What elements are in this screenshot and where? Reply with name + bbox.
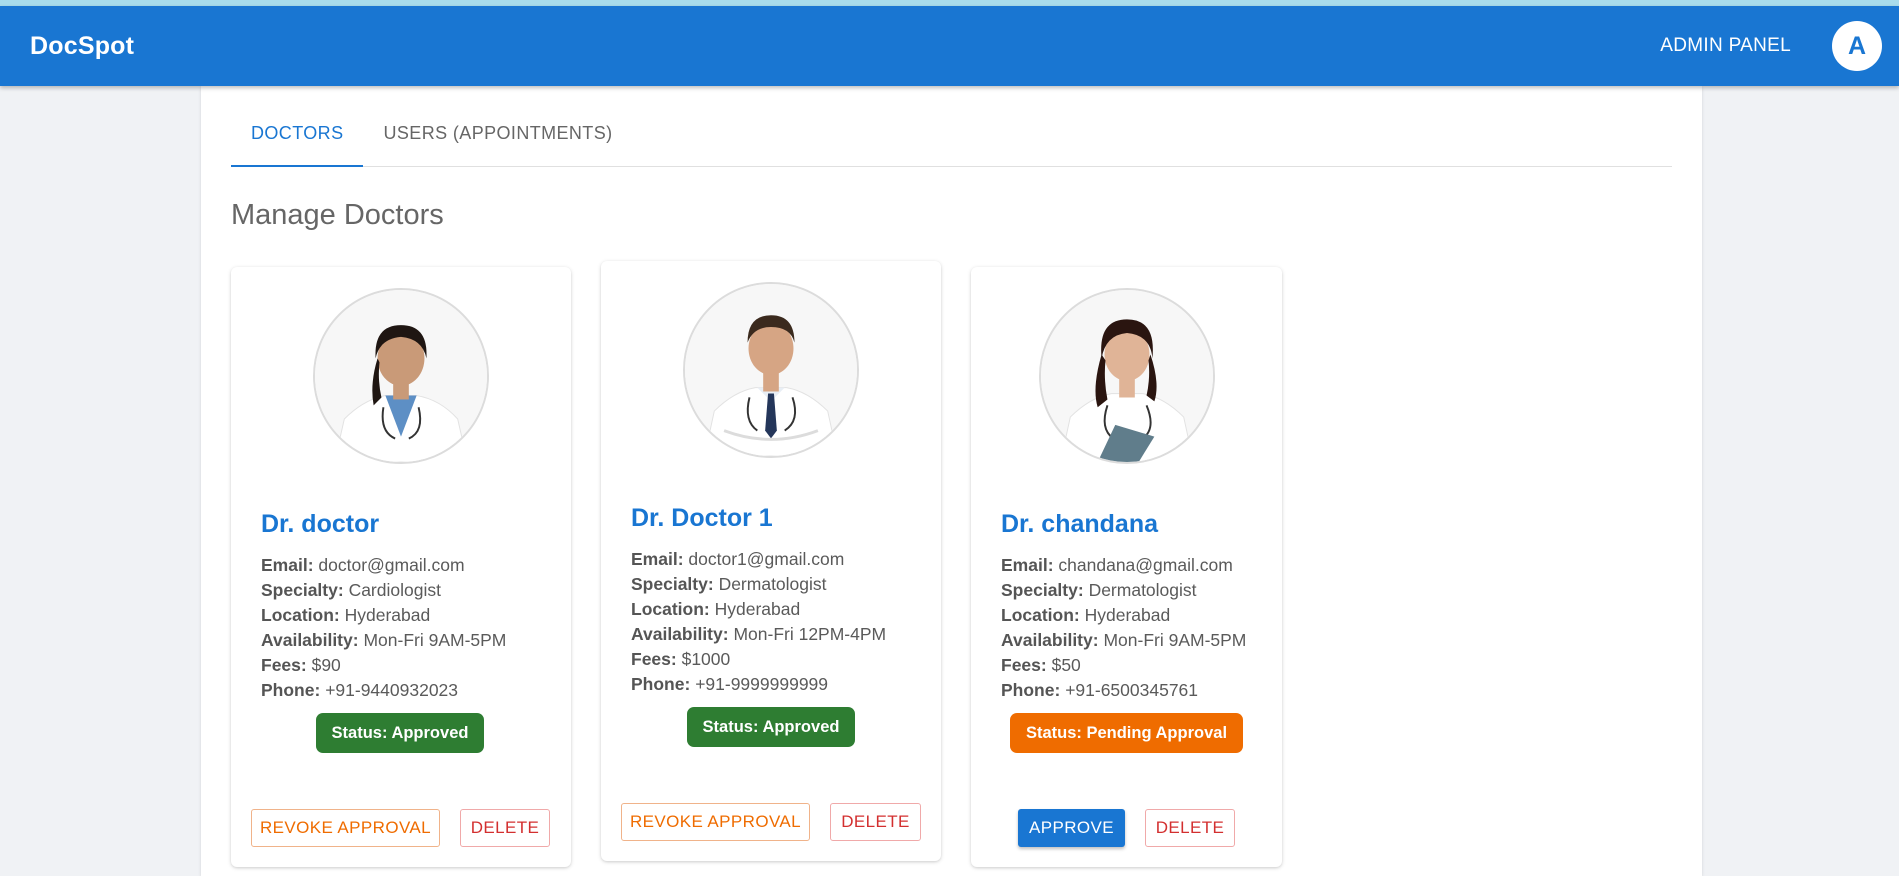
specialty-row: Specialty: Dermatologist bbox=[631, 574, 827, 594]
phone-row: Phone: +91-6500345761 bbox=[1001, 680, 1199, 700]
availability-row: Availability: Mon-Fri 9AM-5PM bbox=[261, 630, 507, 650]
location-row: Location: Hyderabad bbox=[261, 605, 431, 625]
fees-row: Fees: $90 bbox=[261, 655, 341, 675]
admin-panel-label: ADMIN PANEL bbox=[1660, 35, 1791, 56]
doctor-card-3: Dr. chandana Email: chandana@gmail.com S… bbox=[971, 267, 1282, 867]
doctor-photo bbox=[1039, 288, 1215, 464]
tab-bar: DOCTORS USERS (APPOINTMENTS) bbox=[231, 86, 1672, 167]
phone-row: Phone: +91-9440932023 bbox=[261, 680, 459, 700]
tab-users-appointments[interactable]: USERS (APPOINTMENTS) bbox=[363, 86, 632, 166]
status-badge: Status: Pending Approval bbox=[1010, 713, 1243, 753]
specialty-row: Specialty: Dermatologist bbox=[1001, 580, 1197, 600]
doctor-photo bbox=[683, 282, 859, 458]
doctor-name: Dr. doctor bbox=[261, 510, 380, 538]
doctor-details: Email: doctor1@gmail.com Specialty: Derm… bbox=[631, 547, 886, 697]
doctor-card-1: Dr. doctor Email: doctor@gmail.com Speci… bbox=[231, 267, 571, 867]
availability-row: Availability: Mon-Fri 9AM-5PM bbox=[1001, 630, 1247, 650]
doctor-name: Dr. Doctor 1 bbox=[631, 504, 773, 532]
revoke-approval-button[interactable]: REVOKE APPROVAL bbox=[251, 809, 440, 847]
page-title: Manage Doctors bbox=[231, 199, 444, 231]
location-row: Location: Hyderabad bbox=[1001, 605, 1171, 625]
delete-button[interactable]: DELETE bbox=[1145, 809, 1235, 847]
approve-button[interactable]: APPROVE bbox=[1018, 809, 1125, 847]
email-row: Email: chandana@gmail.com bbox=[1001, 555, 1233, 575]
revoke-approval-button[interactable]: REVOKE APPROVAL bbox=[621, 803, 810, 841]
delete-button[interactable]: DELETE bbox=[830, 803, 921, 841]
doctor-name: Dr. chandana bbox=[1001, 510, 1158, 538]
availability-row: Availability: Mon-Fri 12PM-4PM bbox=[631, 624, 887, 644]
app-bar-actions: ADMIN PANEL A bbox=[1660, 21, 1882, 71]
main-panel: DOCTORS USERS (APPOINTMENTS) Manage Doct… bbox=[201, 86, 1702, 876]
tab-doctors[interactable]: DOCTORS bbox=[231, 86, 364, 167]
specialty-row: Specialty: Cardiologist bbox=[261, 580, 441, 600]
doctor-details: Email: doctor@gmail.com Specialty: Cardi… bbox=[261, 553, 506, 703]
fees-row: Fees: $50 bbox=[1001, 655, 1081, 675]
doctor-card-2: Dr. Doctor 1 Email: doctor1@gmail.com Sp… bbox=[601, 261, 941, 861]
app-bar: DocSpot ADMIN PANEL A bbox=[0, 6, 1899, 86]
avatar[interactable]: A bbox=[1832, 21, 1882, 71]
fees-row: Fees: $1000 bbox=[631, 649, 731, 669]
status-badge: Status: Approved bbox=[316, 713, 484, 753]
email-row: Email: doctor1@gmail.com bbox=[631, 549, 845, 569]
doctor-details: Email: chandana@gmail.com Specialty: Der… bbox=[1001, 553, 1246, 703]
delete-button[interactable]: DELETE bbox=[460, 809, 550, 847]
status-badge: Status: Approved bbox=[687, 707, 855, 747]
email-row: Email: doctor@gmail.com bbox=[261, 555, 465, 575]
brand-logo[interactable]: DocSpot bbox=[30, 32, 134, 61]
location-row: Location: Hyderabad bbox=[631, 599, 801, 619]
phone-row: Phone: +91-9999999999 bbox=[631, 674, 829, 694]
doctor-photo bbox=[313, 288, 489, 464]
